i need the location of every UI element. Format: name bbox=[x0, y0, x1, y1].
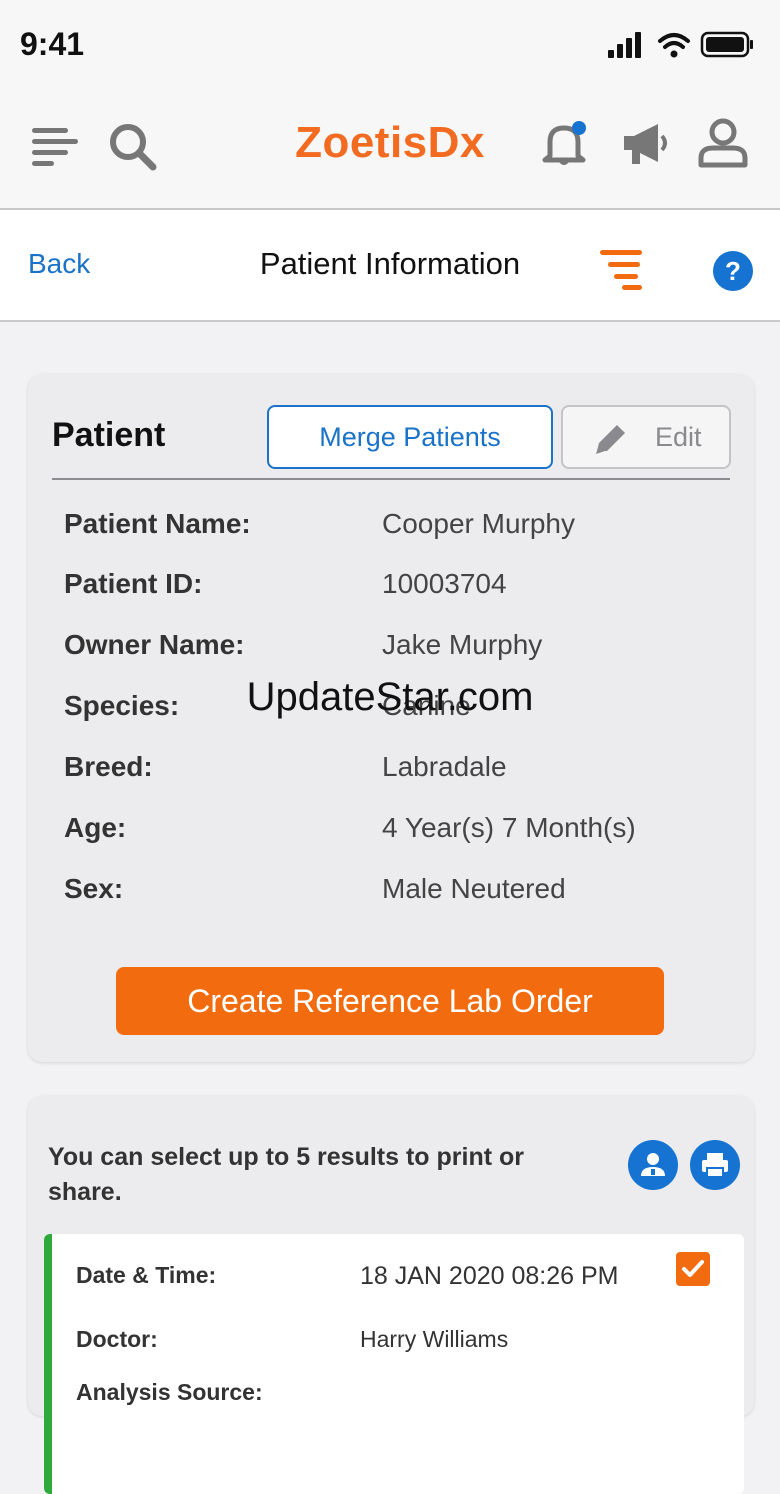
edit-button-label: Edit bbox=[655, 422, 702, 452]
status-bar: 9:41 bbox=[0, 0, 780, 90]
results-card: You can select up to 5 results to print … bbox=[28, 1096, 754, 1494]
create-reference-lab-order-button[interactable]: Create Reference Lab Order bbox=[116, 967, 664, 1035]
field-value: Canine bbox=[382, 690, 471, 721]
selection-note: You can select up to 5 results to print … bbox=[48, 1143, 525, 1206]
result-select-checkbox[interactable] bbox=[676, 1252, 710, 1286]
user-icon[interactable] bbox=[698, 118, 748, 168]
field-label: Breed: bbox=[64, 751, 153, 782]
field-label: Age: bbox=[64, 812, 127, 843]
field-owner-name: Owner Name: Jake Murphy bbox=[64, 629, 724, 669]
edit-button[interactable]: Edit bbox=[561, 405, 731, 469]
wifi-icon bbox=[658, 33, 690, 58]
field-label: Patient ID: bbox=[64, 568, 203, 599]
battery-icon bbox=[700, 31, 753, 58]
field-breed: Breed: Labradale bbox=[64, 751, 724, 791]
result-item[interactable]: Date & Time: 18 JAN 2020 08:26 PM Doctor… bbox=[44, 1234, 744, 1494]
bell-icon[interactable] bbox=[542, 120, 592, 168]
divider bbox=[52, 478, 730, 480]
app-header: ZoetisDx bbox=[0, 90, 780, 210]
result-value: 18 JAN 2020 08:26 PM bbox=[360, 1262, 619, 1290]
svg-text:?: ? bbox=[725, 256, 741, 286]
field-label: Owner Name: bbox=[64, 629, 245, 660]
field-age: Age: 4 Year(s) 7 Month(s) bbox=[64, 812, 724, 852]
pencil-icon bbox=[596, 425, 625, 454]
field-value: Male Neutered bbox=[382, 873, 566, 904]
status-time: 9:41 bbox=[20, 26, 85, 62]
result-label: Doctor: bbox=[76, 1326, 158, 1352]
share-with-doctor-button[interactable] bbox=[628, 1140, 678, 1190]
field-value: Jake Murphy bbox=[382, 629, 543, 660]
notification-dot bbox=[572, 121, 586, 135]
result-value: Harry Williams bbox=[360, 1326, 509, 1352]
patient-card-title: Patient bbox=[52, 416, 166, 454]
field-value: 4 Year(s) 7 Month(s) bbox=[382, 812, 636, 843]
status-icons bbox=[608, 31, 753, 58]
doctor-share-icon bbox=[641, 1153, 665, 1176]
field-sex: Sex: Male Neutered bbox=[64, 873, 724, 913]
checkmark-icon bbox=[682, 1260, 704, 1277]
filter-icon[interactable] bbox=[600, 250, 644, 290]
signal-icon bbox=[608, 32, 641, 58]
print-button[interactable] bbox=[690, 1140, 740, 1190]
field-label: Species: bbox=[64, 690, 180, 721]
field-label: Patient Name: bbox=[64, 508, 251, 539]
result-label: Analysis Source: bbox=[76, 1379, 263, 1405]
nav-bar: Back Patient Information ? bbox=[0, 210, 780, 322]
result-label: Date & Time: bbox=[76, 1262, 217, 1288]
merge-patients-button[interactable]: Merge Patients bbox=[267, 405, 553, 469]
field-patient-id: Patient ID: 10003704 bbox=[64, 568, 724, 608]
patient-card: Patient Merge Patients Edit Patient Name… bbox=[28, 374, 754, 1062]
field-value: Labradale bbox=[382, 751, 507, 782]
field-value: 10003704 bbox=[382, 568, 507, 599]
field-patient-name: Patient Name: Cooper Murphy bbox=[64, 508, 724, 548]
printer-icon bbox=[702, 1153, 728, 1178]
field-label: Sex: bbox=[64, 873, 124, 904]
help-icon[interactable]: ? bbox=[712, 250, 754, 292]
page-title: Patient Information bbox=[259, 246, 521, 281]
field-value: Cooper Murphy bbox=[382, 508, 575, 539]
field-species: Species: Canine bbox=[64, 690, 724, 730]
megaphone-icon[interactable] bbox=[622, 122, 670, 166]
